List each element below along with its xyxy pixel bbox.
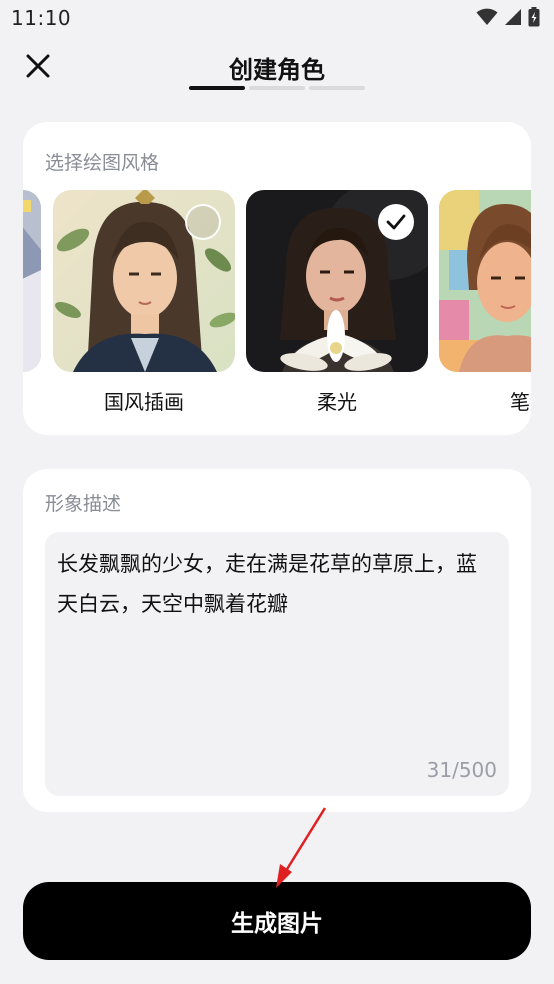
step-1 [189, 86, 245, 90]
generate-image-button[interactable]: 生成图片 [23, 882, 531, 960]
wifi-icon [476, 8, 498, 30]
battery-icon [528, 7, 540, 31]
style-name-guofeng: 国风插画 [104, 390, 184, 414]
style-carousel[interactable]: 国风插画 柔光 笔 [23, 190, 531, 420]
style-thumbnail-bichu[interactable] [439, 190, 531, 372]
style-name-bichu: 笔触 [510, 390, 531, 414]
checkmark-icon [386, 214, 406, 230]
style-item-rouguang[interactable]: 柔光 [246, 190, 428, 415]
signal-icon [504, 8, 522, 30]
step-2 [249, 86, 305, 90]
style-checkbox-guofeng[interactable] [185, 204, 221, 240]
char-count: 31/500 [426, 758, 497, 782]
description-text[interactable]: 长发飘飘的少女，走在满是花草的草原上，蓝天白云，天空中飘着花瓣 [57, 544, 497, 624]
description-card: 形象描述 长发飘飘的少女，走在满是花草的草原上，蓝天白云，天空中飘着花瓣 31/… [23, 469, 531, 812]
style-item-bichu[interactable]: 笔触 [439, 190, 531, 415]
style-item-partial[interactable] [23, 190, 41, 386]
page-title: 创建角色 [229, 56, 325, 84]
status-bar: 11:10 [0, 0, 554, 38]
style-thumbnail[interactable] [23, 190, 41, 372]
description-label: 形象描述 [45, 493, 122, 515]
step-3 [309, 86, 365, 90]
style-thumbnail-guofeng[interactable] [53, 190, 235, 372]
style-name-rouguang: 柔光 [317, 390, 357, 414]
style-item-guofeng[interactable]: 国风插画 [53, 190, 235, 415]
status-time: 11:10 [11, 6, 72, 30]
description-input[interactable]: 长发飘飘的少女，走在满是花草的草原上，蓝天白云，天空中飘着花瓣 31/500 [45, 532, 509, 796]
step-indicator [189, 86, 365, 90]
style-section-label: 选择绘图风格 [45, 152, 160, 174]
style-checkbox-rouguang[interactable] [378, 204, 414, 240]
style-card: 选择绘图风格 国风插画 柔光 笔 [23, 122, 531, 435]
status-icons [476, 7, 540, 31]
style-thumbnail-rouguang[interactable] [246, 190, 428, 372]
